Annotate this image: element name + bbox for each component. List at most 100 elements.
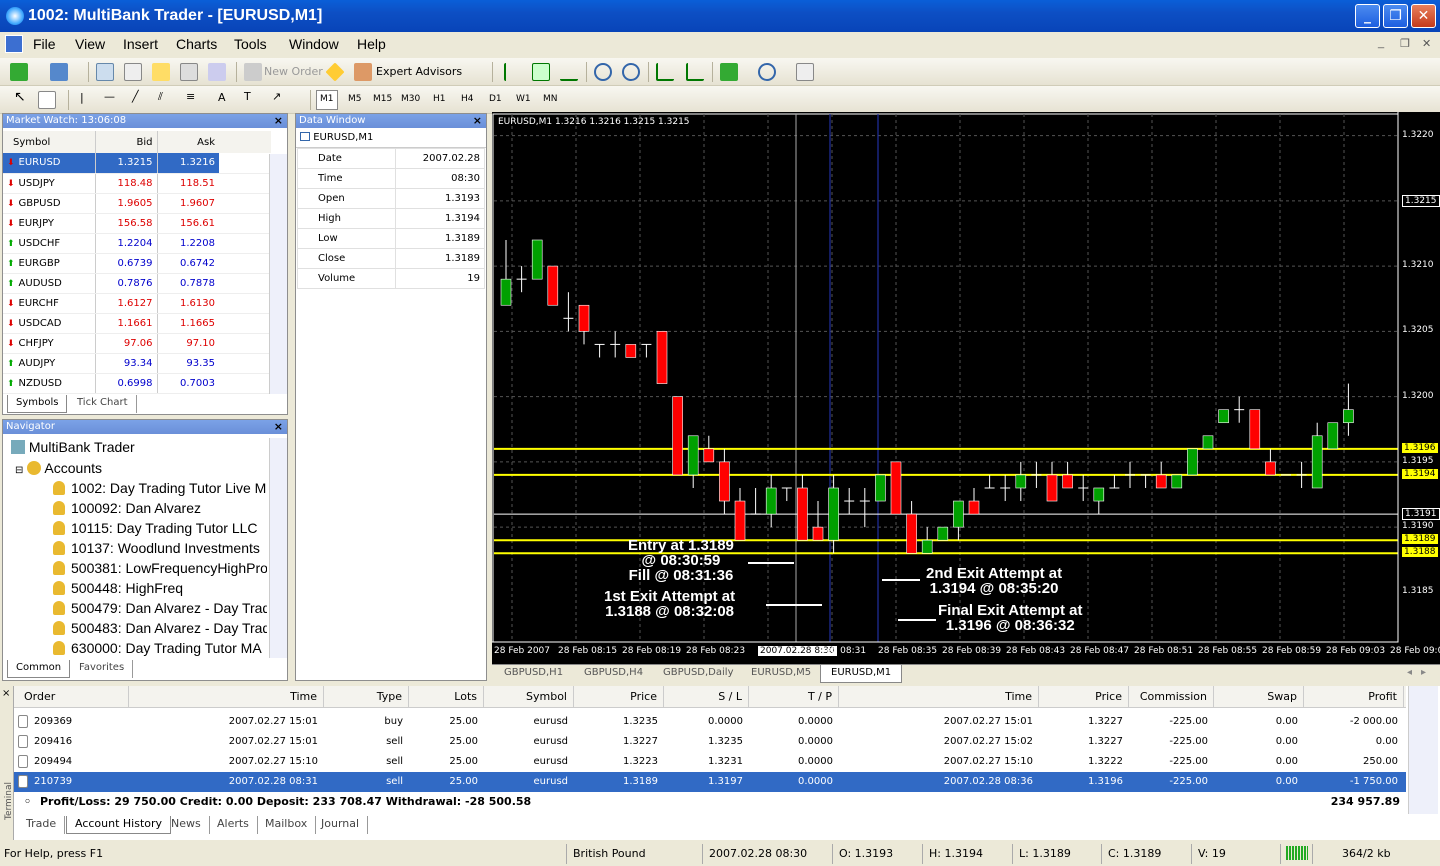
menu-view[interactable]: View	[75, 36, 105, 52]
col-header[interactable]: Swap	[1214, 686, 1304, 708]
chart-shift-icon[interactable]	[686, 63, 704, 81]
tf-h4[interactable]: H4	[461, 94, 474, 104]
account-item[interactable]: 630000: Day Trading Tutor MA	[53, 640, 267, 656]
account-item[interactable]: 1002: Day Trading Tutor Live M	[53, 480, 267, 496]
navigator-accounts[interactable]: ⊟ Accounts	[15, 460, 102, 476]
menu-insert[interactable]: Insert	[123, 36, 158, 52]
menu-tools[interactable]: Tools	[234, 36, 267, 52]
market-watch-row[interactable]: ⬆ AUDJPY 93.34 93.35	[3, 353, 271, 374]
close-icon[interactable]: ×	[473, 114, 482, 128]
col-header[interactable]: Type	[324, 686, 409, 708]
expert-advisors-icon[interactable]	[354, 63, 372, 81]
trendline-icon[interactable]: ╱	[132, 90, 139, 103]
tab-scroll-right-icon[interactable]: ▸	[1421, 667, 1426, 678]
tab-account-history[interactable]: Account History	[66, 816, 172, 834]
menu-file[interactable]: File	[33, 36, 56, 52]
col-symbol[interactable]: Symbol	[3, 131, 95, 153]
market-watch-row[interactable]: ⬇ USDJPY 118.48 118.51	[3, 173, 271, 194]
chart-tab-gbpusd-h4[interactable]: GBPUSD,H4	[584, 667, 643, 678]
bar-chart-icon[interactable]	[504, 63, 522, 81]
tab-scroll-left-icon[interactable]: ◂	[1407, 667, 1412, 678]
market-watch-row[interactable]: ⬇ EURJPY 156.58 156.61	[3, 213, 271, 234]
arrows-icon[interactable]: ↗	[272, 90, 281, 103]
close-icon[interactable]: ×	[274, 114, 283, 128]
tf-h1[interactable]: H1	[433, 94, 446, 104]
market-watch-row[interactable]: ⬆ NZDUSD 0.6998 0.7003	[3, 373, 271, 394]
navigator-scrollbar[interactable]	[269, 438, 287, 658]
history-row[interactable]: 210739 2007.02.28 08:31 sell 25.00 eurusd 1.3…	[14, 772, 1406, 792]
history-row[interactable]: 209369 2007.02.27 15:01 buy 25.00 eurusd 1.32…	[14, 712, 1406, 732]
text-label-icon[interactable]: T	[244, 90, 251, 103]
market-watch-row[interactable]: ⬇ CHFJPY 97.06 97.10	[3, 333, 271, 354]
tf-m1[interactable]: M1	[320, 94, 334, 104]
col-ask[interactable]: Ask	[156, 131, 219, 153]
minimize-button[interactable]: _	[1355, 4, 1380, 28]
candlestick-icon[interactable]	[532, 63, 550, 81]
market-watch-row[interactable]: ⬇ EURCHF 1.6127 1.6130	[3, 293, 271, 314]
zoom-in-icon[interactable]	[594, 63, 612, 81]
line-chart-icon[interactable]	[560, 63, 578, 81]
tf-w1[interactable]: W1	[516, 94, 531, 104]
tab-trade[interactable]: Trade	[18, 816, 66, 834]
col-header[interactable]: Commission	[1129, 686, 1214, 708]
zoom-out-icon[interactable]	[622, 63, 640, 81]
navigator-root[interactable]: MultiBank Trader	[11, 439, 135, 455]
market-watch-row[interactable]: ⬇ EURUSD 1.3215 1.3216	[3, 153, 271, 174]
tf-m5[interactable]: M5	[348, 94, 362, 104]
col-header[interactable]: Symbol	[484, 686, 574, 708]
vertical-line-icon[interactable]: |	[80, 91, 84, 104]
account-item[interactable]: 500483: Dan Alvarez - Day Trad	[53, 620, 267, 636]
mdi-restore-icon[interactable]: ❐	[1400, 37, 1410, 50]
tf-mn[interactable]: MN	[543, 94, 558, 104]
new-chart-icon[interactable]	[10, 63, 28, 81]
close-icon[interactable]: ×	[274, 420, 283, 434]
col-header[interactable]: Order	[14, 686, 129, 708]
history-row[interactable]: 209416 2007.02.27 15:01 sell 25.00 eurusd 1.3…	[14, 732, 1406, 752]
account-item[interactable]: 10137: Woodlund Investments	[53, 540, 267, 556]
market-watch-row[interactable]: ⬇ USDCAD 1.1661 1.1665	[3, 313, 271, 334]
menu-charts[interactable]: Charts	[176, 36, 217, 52]
chart-tab-eurusd-m1[interactable]: EURUSD,M1	[820, 665, 903, 683]
account-item[interactable]: 500448: HighFreq	[53, 580, 267, 596]
account-item[interactable]: 10115: Day Trading Tutor LLC	[53, 520, 267, 536]
tf-d1[interactable]: D1	[489, 94, 502, 104]
templates-icon[interactable]	[796, 63, 814, 81]
price-chart[interactable]: EURUSD,M1 1.3216 1.3216 1.3215 1.3215 1.…	[492, 112, 1440, 664]
chart-tab-gbpusd-h1[interactable]: GBPUSD,H1	[504, 667, 563, 678]
tab-alerts[interactable]: Alerts	[209, 816, 258, 834]
tab-mailbox[interactable]: Mailbox	[257, 816, 317, 834]
col-header[interactable]: Time	[129, 686, 324, 708]
account-item[interactable]: 500381: LowFrequencyHighPro	[53, 560, 267, 576]
fibonacci-icon[interactable]: ≡	[186, 90, 195, 103]
collapse-icon[interactable]: ⊟	[15, 465, 23, 476]
col-header[interactable]: Time	[839, 686, 1039, 708]
new-order-icon[interactable]	[244, 63, 262, 81]
market-watch-row[interactable]: ⬆ USDCHF 1.2204 1.2208	[3, 233, 271, 254]
chart-tab-eurusd-m5[interactable]: EURUSD,M5	[751, 667, 811, 678]
market-watch-row[interactable]: ⬆ AUDUSD 0.7876 0.7878	[3, 273, 271, 294]
market-watch-row[interactable]: ⬇ GBPUSD 1.9605 1.9607	[3, 193, 271, 214]
crosshair-icon[interactable]	[38, 91, 56, 109]
market-watch-row[interactable]: ⬆ EURGBP 0.6739 0.6742	[3, 253, 271, 274]
account-item[interactable]: 500479: Dan Alvarez - Day Trad	[53, 600, 267, 616]
tab-tick-chart[interactable]: Tick Chart	[69, 395, 137, 413]
tab-symbols[interactable]: Symbols	[7, 395, 68, 413]
navigator-icon[interactable]	[152, 63, 170, 81]
tab-news[interactable]: News	[163, 816, 210, 834]
tab-common[interactable]: Common	[7, 660, 71, 678]
history-row[interactable]: 209494 2007.02.27 15:10 sell 25.00 eurusd 1.3…	[14, 752, 1406, 772]
terminal-icon[interactable]	[180, 63, 198, 81]
close-icon[interactable]: ×	[2, 688, 10, 699]
close-button[interactable]: ✕	[1411, 4, 1436, 28]
profiles-icon[interactable]	[50, 63, 68, 81]
tester-icon[interactable]	[208, 63, 226, 81]
market-watch-scrollbar[interactable]	[269, 154, 287, 394]
maximize-button[interactable]: ❐	[1383, 4, 1408, 28]
auto-scroll-icon[interactable]	[656, 63, 674, 81]
col-header[interactable]: Profit	[1304, 686, 1404, 708]
mdi-minimize-icon[interactable]: _	[1378, 37, 1384, 49]
tab-journal[interactable]: Journal	[313, 816, 369, 834]
col-header[interactable]: T / P	[749, 686, 839, 708]
col-header[interactable]: Lots	[409, 686, 484, 708]
cursor-icon[interactable]: ↖	[14, 89, 26, 105]
